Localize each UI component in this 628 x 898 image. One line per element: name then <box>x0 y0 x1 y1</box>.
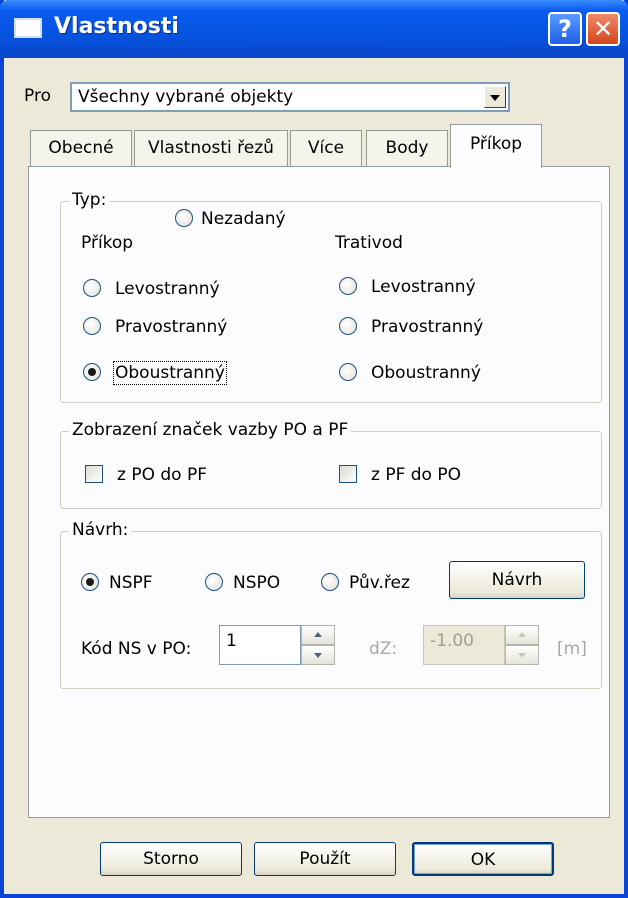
spin-up-icon[interactable] <box>301 625 335 645</box>
spin-down-icon[interactable] <box>301 645 335 665</box>
radio-nspf[interactable] <box>81 573 99 591</box>
dz-label: dZ: <box>369 639 398 659</box>
chevron-down-icon[interactable] <box>484 86 506 108</box>
apply-button[interactable]: Použít <box>254 842 396 876</box>
window-icon <box>14 18 42 38</box>
kod-ns-input[interactable]: 1 <box>219 625 301 665</box>
radio-nspo[interactable] <box>205 573 223 591</box>
po-do-pf-label: z PO do PF <box>117 465 207 485</box>
radio-prikop-pravostranny[interactable] <box>83 317 101 335</box>
nspo-label: NSPO <box>233 573 281 593</box>
radio-trativod-pravostranny[interactable] <box>339 317 357 335</box>
radio-nezadany[interactable] <box>175 209 193 227</box>
nezadany-label: Nezadaný <box>201 209 286 229</box>
close-button[interactable]: ✕ <box>586 12 620 46</box>
pro-select-value: Všechny vybrané objekty <box>78 87 294 107</box>
spin-up-icon[interactable] <box>505 625 539 645</box>
kod-ns-spinner[interactable] <box>301 625 335 665</box>
navrh-group: Návrh: <box>60 520 602 689</box>
navrh-legend: Návrh: <box>69 520 132 540</box>
radio-puv-rez[interactable] <box>321 573 339 591</box>
radio-prikop-oboustranny[interactable] <box>83 363 101 381</box>
radio-trativod-levostranny[interactable] <box>339 277 357 295</box>
dz-input[interactable]: -1.00 <box>423 625 505 665</box>
tab-obecne[interactable]: Obecné <box>30 130 132 166</box>
kod-ns-label: Kód NS v PO: <box>81 639 192 659</box>
cancel-button[interactable]: Storno <box>100 842 242 876</box>
title-bar[interactable]: Vlastnosti ? ✕ <box>0 0 628 58</box>
tab-vice[interactable]: Více <box>290 130 362 166</box>
pf-do-po-label: z PF do PO <box>371 465 461 485</box>
window-title: Vlastnosti <box>54 14 179 39</box>
tab-panel-prikop: Typ: Nezadaný Příkop Trativod Levostrann… <box>28 166 610 818</box>
radio-prikop-levostranny[interactable] <box>83 279 101 297</box>
tab-vlastnosti-rezu[interactable]: Vlastnosti řezů <box>134 130 288 166</box>
prikop-levostranny-label: Levostranný <box>115 279 220 299</box>
puv-rez-label: Pův.řez <box>349 573 410 593</box>
pro-select[interactable]: Všechny vybrané objekty <box>70 82 510 112</box>
unit-label: [m] <box>557 639 587 659</box>
prikop-pravostranny-label: Pravostranný <box>115 317 228 337</box>
navrh-button[interactable]: Návrh <box>449 561 585 599</box>
help-button[interactable]: ? <box>548 12 582 46</box>
properties-dialog: Vlastnosti ? ✕ Pro Všechny vybrané objek… <box>0 0 628 898</box>
tab-body[interactable]: Body <box>366 130 448 166</box>
spin-down-icon[interactable] <box>505 645 539 665</box>
radio-trativod-oboustranny[interactable] <box>339 363 357 381</box>
tab-prikop[interactable]: Příkop <box>450 124 542 168</box>
ok-button[interactable]: OK <box>412 842 554 876</box>
pro-label: Pro <box>24 86 51 106</box>
trativod-pravostranny-label: Pravostranný <box>371 317 484 337</box>
checkbox-po-do-pf[interactable] <box>85 465 103 483</box>
zobrazeni-legend: Zobrazení značek vazby PO a PF <box>69 420 352 440</box>
dz-spinner[interactable] <box>505 625 539 665</box>
typ-legend: Typ: <box>69 190 110 210</box>
trativod-heading: Trativod <box>335 233 403 253</box>
nspf-label: NSPF <box>109 573 153 593</box>
prikop-heading: Příkop <box>81 233 134 253</box>
checkbox-pf-do-po[interactable] <box>339 465 357 483</box>
prikop-oboustranny-label: Oboustranný <box>113 361 227 385</box>
trativod-oboustranny-label: Oboustranný <box>371 363 481 383</box>
trativod-levostranny-label: Levostranný <box>371 277 476 297</box>
